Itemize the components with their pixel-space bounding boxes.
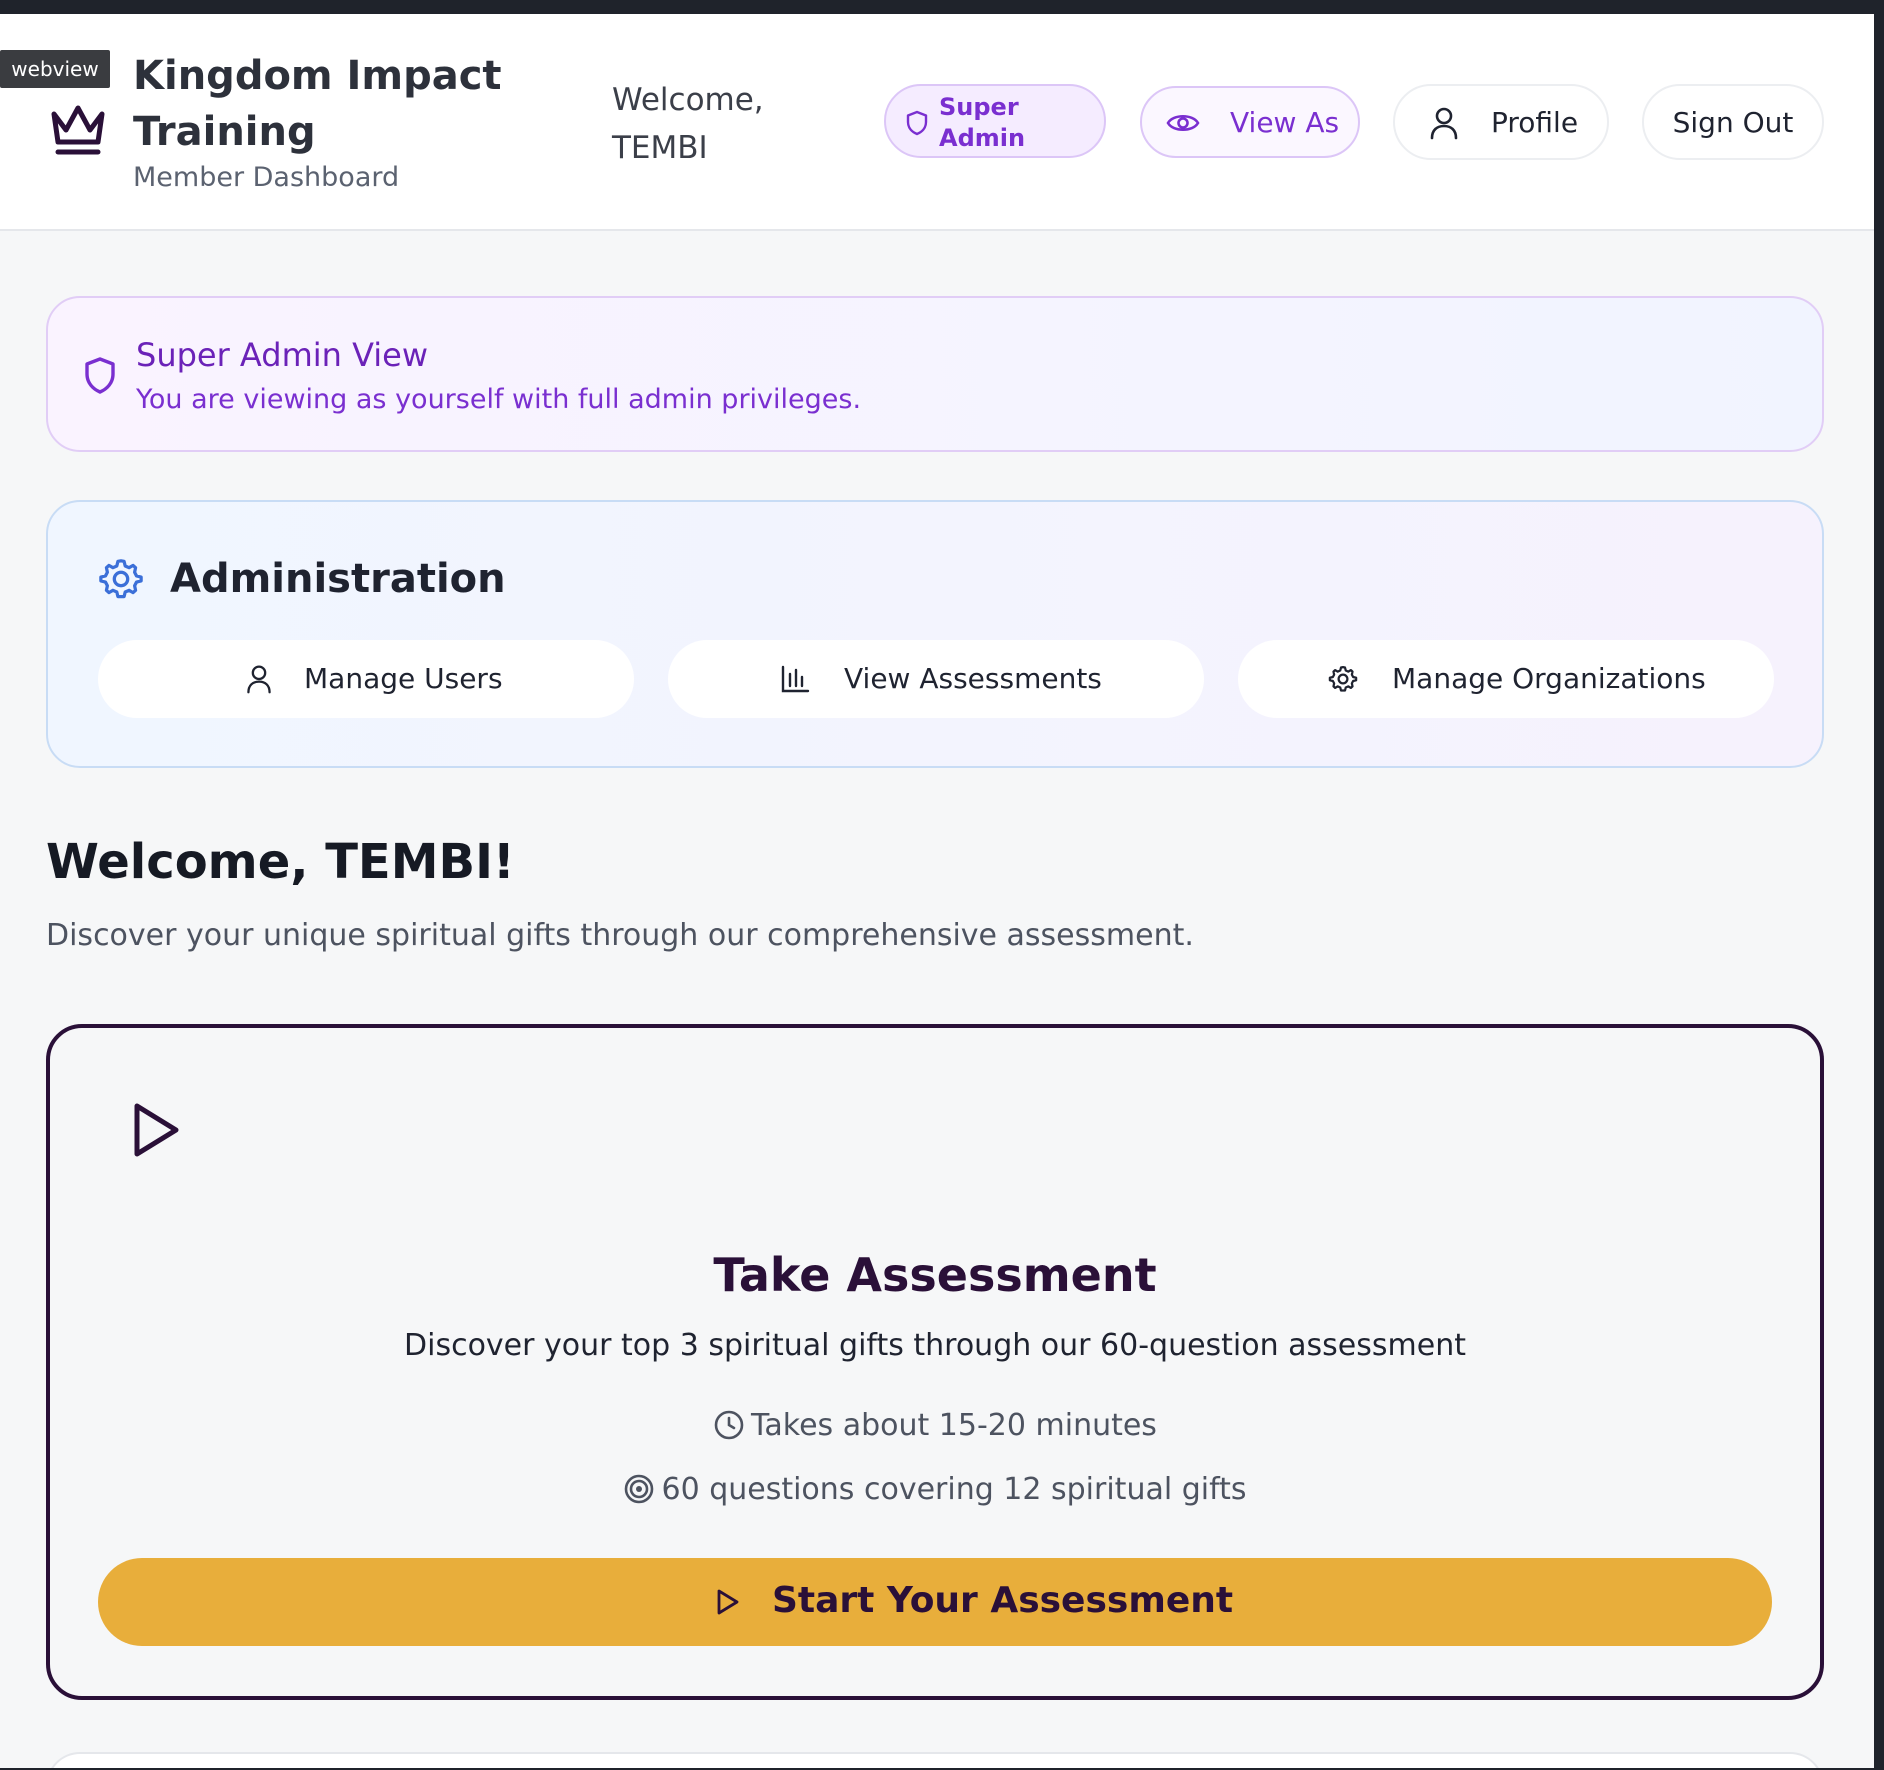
profile-label: Profile xyxy=(1491,106,1579,139)
welcome-title: Welcome, TEMBI! xyxy=(46,834,515,890)
user-icon xyxy=(1430,107,1458,140)
view-as-label: View As xyxy=(1230,106,1340,139)
view-assessments-button[interactable]: View Assessments xyxy=(668,640,1204,718)
window-right-edge xyxy=(1874,14,1884,1770)
start-assessment-label: Start Your Assessment xyxy=(772,1580,1234,1621)
start-assessment-button[interactable]: Start Your Assessment xyxy=(98,1558,1772,1646)
view-assessments-label: View Assessments xyxy=(844,662,1102,695)
manage-organizations-label: Manage Organizations xyxy=(1392,662,1706,695)
shield-icon xyxy=(85,357,115,394)
app-viewport: webview Kingdom Impact Training Member D… xyxy=(0,14,1874,1768)
duration-info: Takes about 15-20 minutes xyxy=(50,1408,1820,1443)
sign-out-label: Sign Out xyxy=(1672,106,1794,139)
manage-organizations-button[interactable]: Manage Organizations xyxy=(1238,640,1774,718)
super-admin-badge: Super Admin xyxy=(884,84,1106,158)
notice-description: You are viewing as yourself with full ad… xyxy=(136,384,862,415)
eye-icon xyxy=(1166,114,1200,132)
administration-title: Administration xyxy=(170,556,506,602)
bar-chart-icon xyxy=(781,665,810,693)
assessment-description: Discover your top 3 spiritual gifts thro… xyxy=(404,1328,1466,1363)
administration-panel: Administration Manage Users View Assessm… xyxy=(46,500,1824,768)
app-subtitle: Member Dashboard xyxy=(133,162,400,193)
gear-icon xyxy=(1328,666,1358,692)
questions-text: 60 questions covering 12 spiritual gifts xyxy=(661,1472,1247,1507)
next-card-edge xyxy=(46,1752,1824,1768)
app-header: webview Kingdom Impact Training Member D… xyxy=(0,14,1874,231)
play-icon xyxy=(134,1103,179,1157)
webview-tag: webview xyxy=(0,50,110,88)
target-icon xyxy=(625,1474,654,1504)
profile-button[interactable]: Profile xyxy=(1393,84,1609,160)
window-top-bar xyxy=(0,0,1884,14)
questions-info: 60 questions covering 12 spiritual gifts xyxy=(50,1472,1820,1507)
duration-text: Takes about 15-20 minutes xyxy=(751,1408,1157,1443)
header-welcome-text: Welcome, TEMBI xyxy=(612,82,764,166)
manage-users-button[interactable]: Manage Users xyxy=(98,640,634,718)
crown-icon xyxy=(51,105,105,155)
welcome-description: Discover your unique spiritual gifts thr… xyxy=(46,918,1194,953)
clock-icon xyxy=(714,1410,744,1440)
assessment-title: Take Assessment xyxy=(713,1248,1157,1302)
view-as-button[interactable]: View As xyxy=(1140,86,1360,158)
notice-title: Super Admin View xyxy=(136,336,429,374)
user-icon xyxy=(247,665,271,694)
role-badge-label: Super Admin xyxy=(939,93,1026,152)
sign-out-button[interactable]: Sign Out xyxy=(1642,84,1824,160)
gear-icon xyxy=(99,559,143,599)
manage-users-label: Manage Users xyxy=(304,662,503,695)
take-assessment-card[interactable]: Take Assessment Discover your top 3 spir… xyxy=(46,1024,1824,1700)
play-icon xyxy=(717,1589,739,1615)
app-title: Kingdom Impact Training xyxy=(133,53,502,155)
shield-icon xyxy=(906,110,928,136)
super-admin-notice: Super Admin View You are viewing as your… xyxy=(46,296,1824,452)
